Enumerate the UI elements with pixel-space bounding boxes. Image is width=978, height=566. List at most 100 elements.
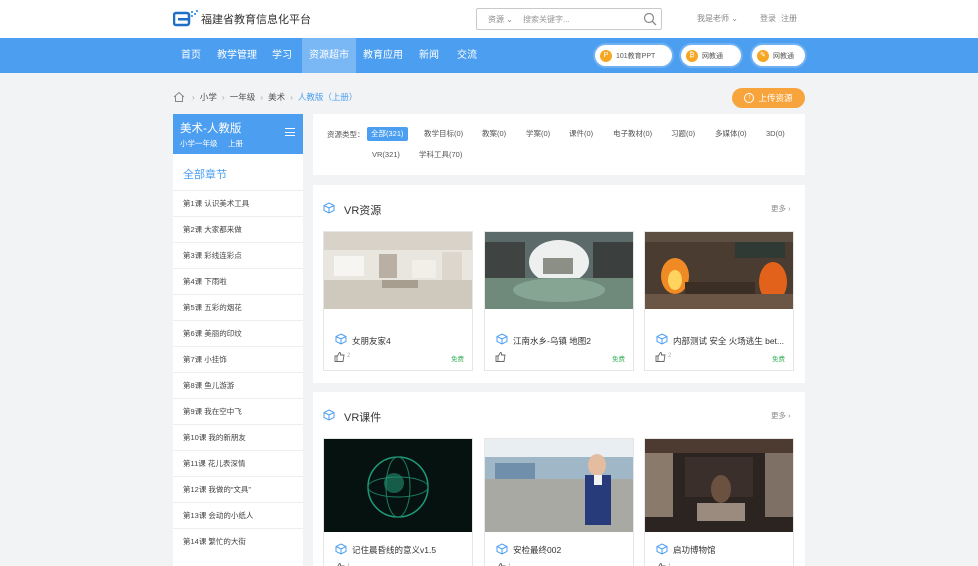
- card-title: 启功博物馆: [673, 545, 716, 555]
- vr-cube-icon: [496, 333, 508, 345]
- chapter-item[interactable]: 第2课 大家都来做: [173, 216, 303, 242]
- app-label: 101教育PPT: [616, 52, 656, 60]
- chapter-item[interactable]: 第13课 会动的小纸人: [173, 502, 303, 528]
- chevron-right-icon: ›: [192, 92, 195, 102]
- logo-text: 福建省教育信息化平台: [201, 14, 311, 26]
- chapter-item[interactable]: 第12课 我做的“文具”: [173, 476, 303, 502]
- section-title: VR课件: [344, 412, 382, 424]
- ppt-app-icon: P: [600, 49, 612, 62]
- sidebar-title: 美术-人教版: [180, 123, 242, 135]
- role-label: 我是老师: [697, 14, 729, 23]
- upload-icon: ↑: [744, 93, 755, 103]
- resource-card[interactable]: 安检最终002 1 免费: [484, 438, 634, 566]
- like-count: 2: [347, 353, 351, 359]
- app-icon: ₿: [686, 49, 698, 62]
- sidebar-header: 美术-人教版 小学一年级 上册: [173, 114, 303, 154]
- app-wangjiaotong-2-button[interactable]: ✎ 网教通: [752, 45, 805, 66]
- vr-cube-icon: [323, 409, 335, 421]
- nav-learning[interactable]: 学习: [262, 38, 302, 73]
- filter-chip[interactable]: 学科工具(70): [419, 148, 462, 162]
- nav-apps[interactable]: 教育应用: [356, 38, 410, 73]
- thumbs-up-icon[interactable]: [655, 352, 666, 362]
- chapter-item[interactable]: 第7课 小挂饰: [173, 346, 303, 372]
- home-icon[interactable]: [173, 91, 185, 103]
- site-logo[interactable]: 福建省教育信息化平台: [173, 10, 311, 28]
- filter-chip[interactable]: 课件(0): [569, 127, 593, 141]
- logo-icon: [173, 10, 198, 27]
- section-title: VR资源: [344, 205, 382, 217]
- nav-resources[interactable]: 资源超市: [302, 38, 356, 73]
- more-link[interactable]: 更多 ›: [771, 203, 791, 214]
- free-badge: 免费: [612, 356, 625, 363]
- thumbs-up-icon[interactable]: [334, 352, 345, 362]
- app-wangjiaotong-button[interactable]: ₿ 网教通: [681, 45, 741, 66]
- chapter-item[interactable]: 第3课 彩线连彩点: [173, 242, 303, 268]
- nav-teaching[interactable]: 教学管理: [212, 38, 262, 73]
- chapter-item[interactable]: 第10课 我的新朋友: [173, 424, 303, 450]
- resource-card[interactable]: 启功博物馆 1 免费: [644, 438, 794, 566]
- resource-type-filter: 资源类型： 全部(321) 教学目标(0) 教案(0) 学案(0) 课件(0) …: [313, 114, 805, 175]
- more-label: 更多: [771, 204, 786, 213]
- breadcrumb-grade[interactable]: 一年级: [230, 91, 256, 103]
- nav-home[interactable]: 首页: [170, 38, 212, 73]
- sidebar-term: 上册: [228, 139, 243, 148]
- chevron-right-icon: ›: [788, 204, 791, 213]
- thumbnail-image: [324, 439, 472, 532]
- vr-cube-icon: [656, 333, 668, 345]
- app-101ppt-button[interactable]: P 101教育PPT: [595, 45, 672, 66]
- resource-card[interactable]: 江南水乡-乌镇 地图2 免费: [484, 231, 634, 371]
- breadcrumb-subject[interactable]: 美术: [268, 91, 285, 103]
- chapter-item[interactable]: 第6课 美丽的印纹: [173, 320, 303, 346]
- chapter-item[interactable]: 第14课 繁忙的大街: [173, 528, 303, 554]
- filter-chip[interactable]: 习题(0): [671, 127, 695, 141]
- all-chapters-link[interactable]: 全部章节: [183, 166, 227, 182]
- chapter-item[interactable]: 第8课 鱼儿游游: [173, 372, 303, 398]
- top-bar: 福建省教育信息化平台 资源 ⌄ 我是老师 ⌄ 登录 注册: [0, 0, 978, 38]
- search-type-select[interactable]: 资源 ⌄: [477, 14, 523, 25]
- chapter-item[interactable]: 第4课 下雨啦: [173, 268, 303, 294]
- thumbnail-image: [485, 232, 633, 309]
- like-count: 2: [668, 353, 672, 359]
- more-label: 更多: [771, 411, 786, 420]
- thumbnail-image: [324, 232, 472, 309]
- more-link[interactable]: 更多 ›: [771, 410, 791, 421]
- filter-chip[interactable]: 3D(0): [766, 127, 785, 141]
- breadcrumb-level[interactable]: 小学: [200, 91, 217, 103]
- card-title: 记住晨昏线的意义v1.5: [352, 545, 437, 555]
- breadcrumb-edition[interactable]: 人教版（上册）: [298, 91, 358, 103]
- filter-chip[interactable]: 多媒体(0): [715, 127, 747, 141]
- free-badge: 免费: [451, 356, 464, 363]
- resource-card[interactable]: 记住晨昏线的意义v1.5 1 免费: [323, 438, 473, 566]
- nav-forum[interactable]: 交流: [448, 38, 486, 73]
- thumbs-up-icon[interactable]: [495, 352, 506, 362]
- filter-chip[interactable]: VR(321): [372, 148, 400, 162]
- filter-chip[interactable]: 学案(0): [526, 127, 550, 141]
- vr-cube-icon: [323, 202, 335, 214]
- vr-cube-icon: [335, 543, 347, 555]
- main-nav: 首页 教学管理 学习 资源超市 教育应用 新闻 交流 P 101教育PPT ₿ 网教…: [0, 38, 978, 73]
- chapter-item[interactable]: 第11课 花儿表深情: [173, 450, 303, 476]
- vr-cube-icon: [656, 543, 668, 555]
- chapter-item[interactable]: 第9课 我在空中飞: [173, 398, 303, 424]
- filter-chip[interactable]: 教学目标(0): [424, 127, 463, 141]
- filter-chip-all[interactable]: 全部(321): [367, 127, 408, 141]
- login-link[interactable]: 登录: [760, 13, 776, 24]
- filter-chip[interactable]: 教案(0): [482, 127, 506, 141]
- upload-resource-button[interactable]: ↑ 上传资源: [732, 88, 805, 108]
- register-link[interactable]: 注册: [781, 13, 797, 24]
- chapter-item[interactable]: 第5课 五彩的烟花: [173, 294, 303, 320]
- menu-icon[interactable]: [285, 128, 295, 136]
- pencil-icon: ✎: [757, 49, 769, 62]
- filter-chip[interactable]: 电子教材(0): [613, 127, 652, 141]
- chevron-right-icon: ›: [788, 411, 791, 420]
- resource-card[interactable]: 内部测试 安全 火场逃生 bet... 2 免费: [644, 231, 794, 371]
- resource-card[interactable]: 女朋友家4 2 免费: [323, 231, 473, 371]
- role-dropdown[interactable]: 我是老师 ⌄: [697, 13, 738, 24]
- search-box: 资源 ⌄: [476, 8, 662, 30]
- search-icon[interactable]: [643, 12, 657, 26]
- chapter-item[interactable]: 第1课 认识美术工具: [173, 190, 303, 216]
- search-input[interactable]: [523, 14, 637, 24]
- nav-news[interactable]: 新闻: [410, 38, 448, 73]
- card-title: 江南水乡-乌镇 地图2: [513, 336, 591, 346]
- chevron-right-icon: ›: [221, 92, 225, 102]
